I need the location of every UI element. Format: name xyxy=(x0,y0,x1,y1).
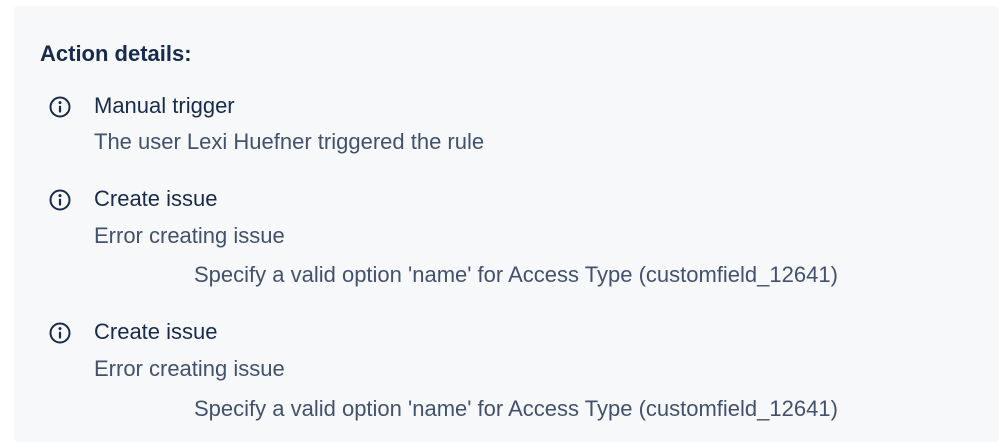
info-icon xyxy=(49,96,71,118)
action-description: Error creating issue xyxy=(94,356,285,381)
action-description: Error creating issue xyxy=(94,223,285,248)
info-icon xyxy=(49,189,71,211)
error-detail-message: Specify a valid option 'name' for Access… xyxy=(194,396,838,421)
error-detail-message: Specify a valid option 'name' for Access… xyxy=(194,262,838,287)
action-title: Create issue xyxy=(94,319,218,344)
action-details-panel: Action details: Manual trigger The user … xyxy=(14,6,999,442)
info-icon xyxy=(49,322,71,344)
action-title: Manual trigger xyxy=(94,93,235,118)
action-description: The user Lexi Huefner triggered the rule xyxy=(94,129,485,154)
section-heading: Action details: xyxy=(40,41,192,66)
action-title: Create issue xyxy=(94,186,218,211)
